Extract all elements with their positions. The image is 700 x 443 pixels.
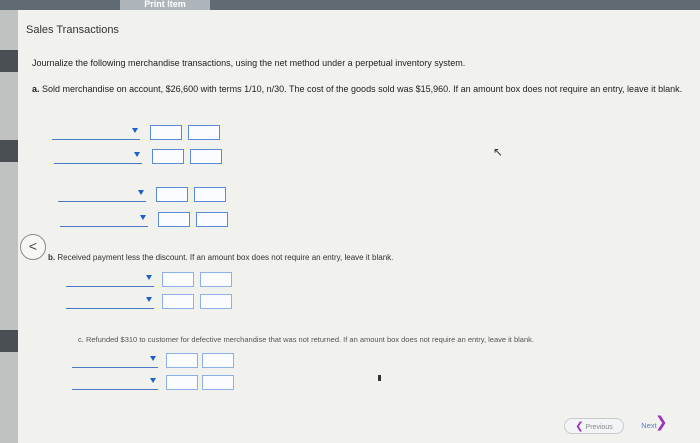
text-cursor-mark (378, 375, 381, 381)
journal-row-a1 (52, 125, 252, 141)
chevron-right-icon[interactable]: ❯ (655, 413, 668, 431)
print-item-tab[interactable]: Print Item (120, 0, 210, 10)
account-select[interactable] (66, 272, 154, 287)
left-sidebar-edge (0, 10, 18, 443)
previous-button-label: Previous (585, 424, 613, 431)
question-c-text: Refunded $310 to customer for defective … (85, 335, 534, 344)
instructions-text: Journalize the following merchandise tra… (32, 58, 466, 68)
question-b-text: Received payment less the discount. If a… (57, 253, 394, 262)
sidebar-strip (0, 50, 18, 72)
dropdown-caret-icon[interactable] (138, 190, 144, 195)
journal-row-b1 (66, 272, 266, 288)
question-panel: Sales Transactions Journalize the follow… (18, 10, 700, 443)
account-select[interactable] (72, 353, 158, 368)
journal-row-a4 (60, 212, 260, 228)
dropdown-caret-icon[interactable] (146, 297, 152, 302)
account-select[interactable] (52, 125, 140, 140)
debit-amount-input[interactable] (162, 294, 194, 309)
journal-row-b2 (66, 294, 266, 310)
debit-amount-input[interactable] (166, 353, 198, 368)
question-a-text: Sold merchandise on account, $26,600 wit… (42, 84, 683, 94)
dropdown-caret-icon[interactable] (150, 378, 156, 383)
debit-amount-input[interactable] (156, 187, 188, 202)
journal-row-c2 (72, 375, 272, 391)
debit-amount-input[interactable] (158, 212, 190, 227)
journal-row-a2 (54, 149, 254, 165)
previous-question-button[interactable]: < (20, 234, 46, 260)
account-select[interactable] (72, 375, 158, 390)
account-select[interactable] (60, 212, 148, 227)
previous-button[interactable]: ❮ Previous (564, 418, 624, 434)
debit-amount-input[interactable] (166, 375, 198, 390)
credit-amount-input[interactable] (196, 212, 228, 227)
question-b: b. Received payment less the discount. I… (48, 253, 393, 262)
debit-amount-input[interactable] (152, 149, 184, 164)
sidebar-strip (0, 330, 18, 352)
dropdown-caret-icon[interactable] (134, 152, 140, 157)
credit-amount-input[interactable] (200, 294, 232, 309)
chevron-left-icon: ❮ (575, 421, 584, 432)
dropdown-caret-icon[interactable] (150, 356, 156, 361)
question-a: a. Sold merchandise on account, $26,600 … (32, 82, 692, 97)
credit-amount-input[interactable] (202, 353, 234, 368)
journal-row-a3 (58, 187, 258, 203)
account-select[interactable] (58, 187, 146, 202)
debit-amount-input[interactable] (162, 272, 194, 287)
credit-amount-input[interactable] (194, 187, 226, 202)
account-select[interactable] (54, 149, 142, 164)
section-title: Sales Transactions (26, 24, 119, 36)
question-b-label: b. (48, 253, 56, 262)
question-c: c. Refunded $310 to customer for defecti… (78, 335, 534, 344)
sidebar-strip (0, 140, 18, 162)
journal-row-c1 (72, 353, 272, 369)
question-c-label: c. (78, 335, 84, 344)
credit-amount-input[interactable] (188, 125, 220, 140)
credit-amount-input[interactable] (202, 375, 234, 390)
question-a-label: a. (32, 84, 40, 94)
credit-amount-input[interactable] (190, 149, 222, 164)
credit-amount-input[interactable] (200, 272, 232, 287)
dropdown-caret-icon[interactable] (146, 275, 152, 280)
debit-amount-input[interactable] (150, 125, 182, 140)
account-select[interactable] (66, 294, 154, 309)
dropdown-caret-icon[interactable] (132, 128, 138, 133)
dropdown-caret-icon[interactable] (140, 215, 146, 220)
browser-top-bar: Print Item (0, 0, 700, 10)
mouse-cursor-icon: ↖ (493, 145, 504, 159)
